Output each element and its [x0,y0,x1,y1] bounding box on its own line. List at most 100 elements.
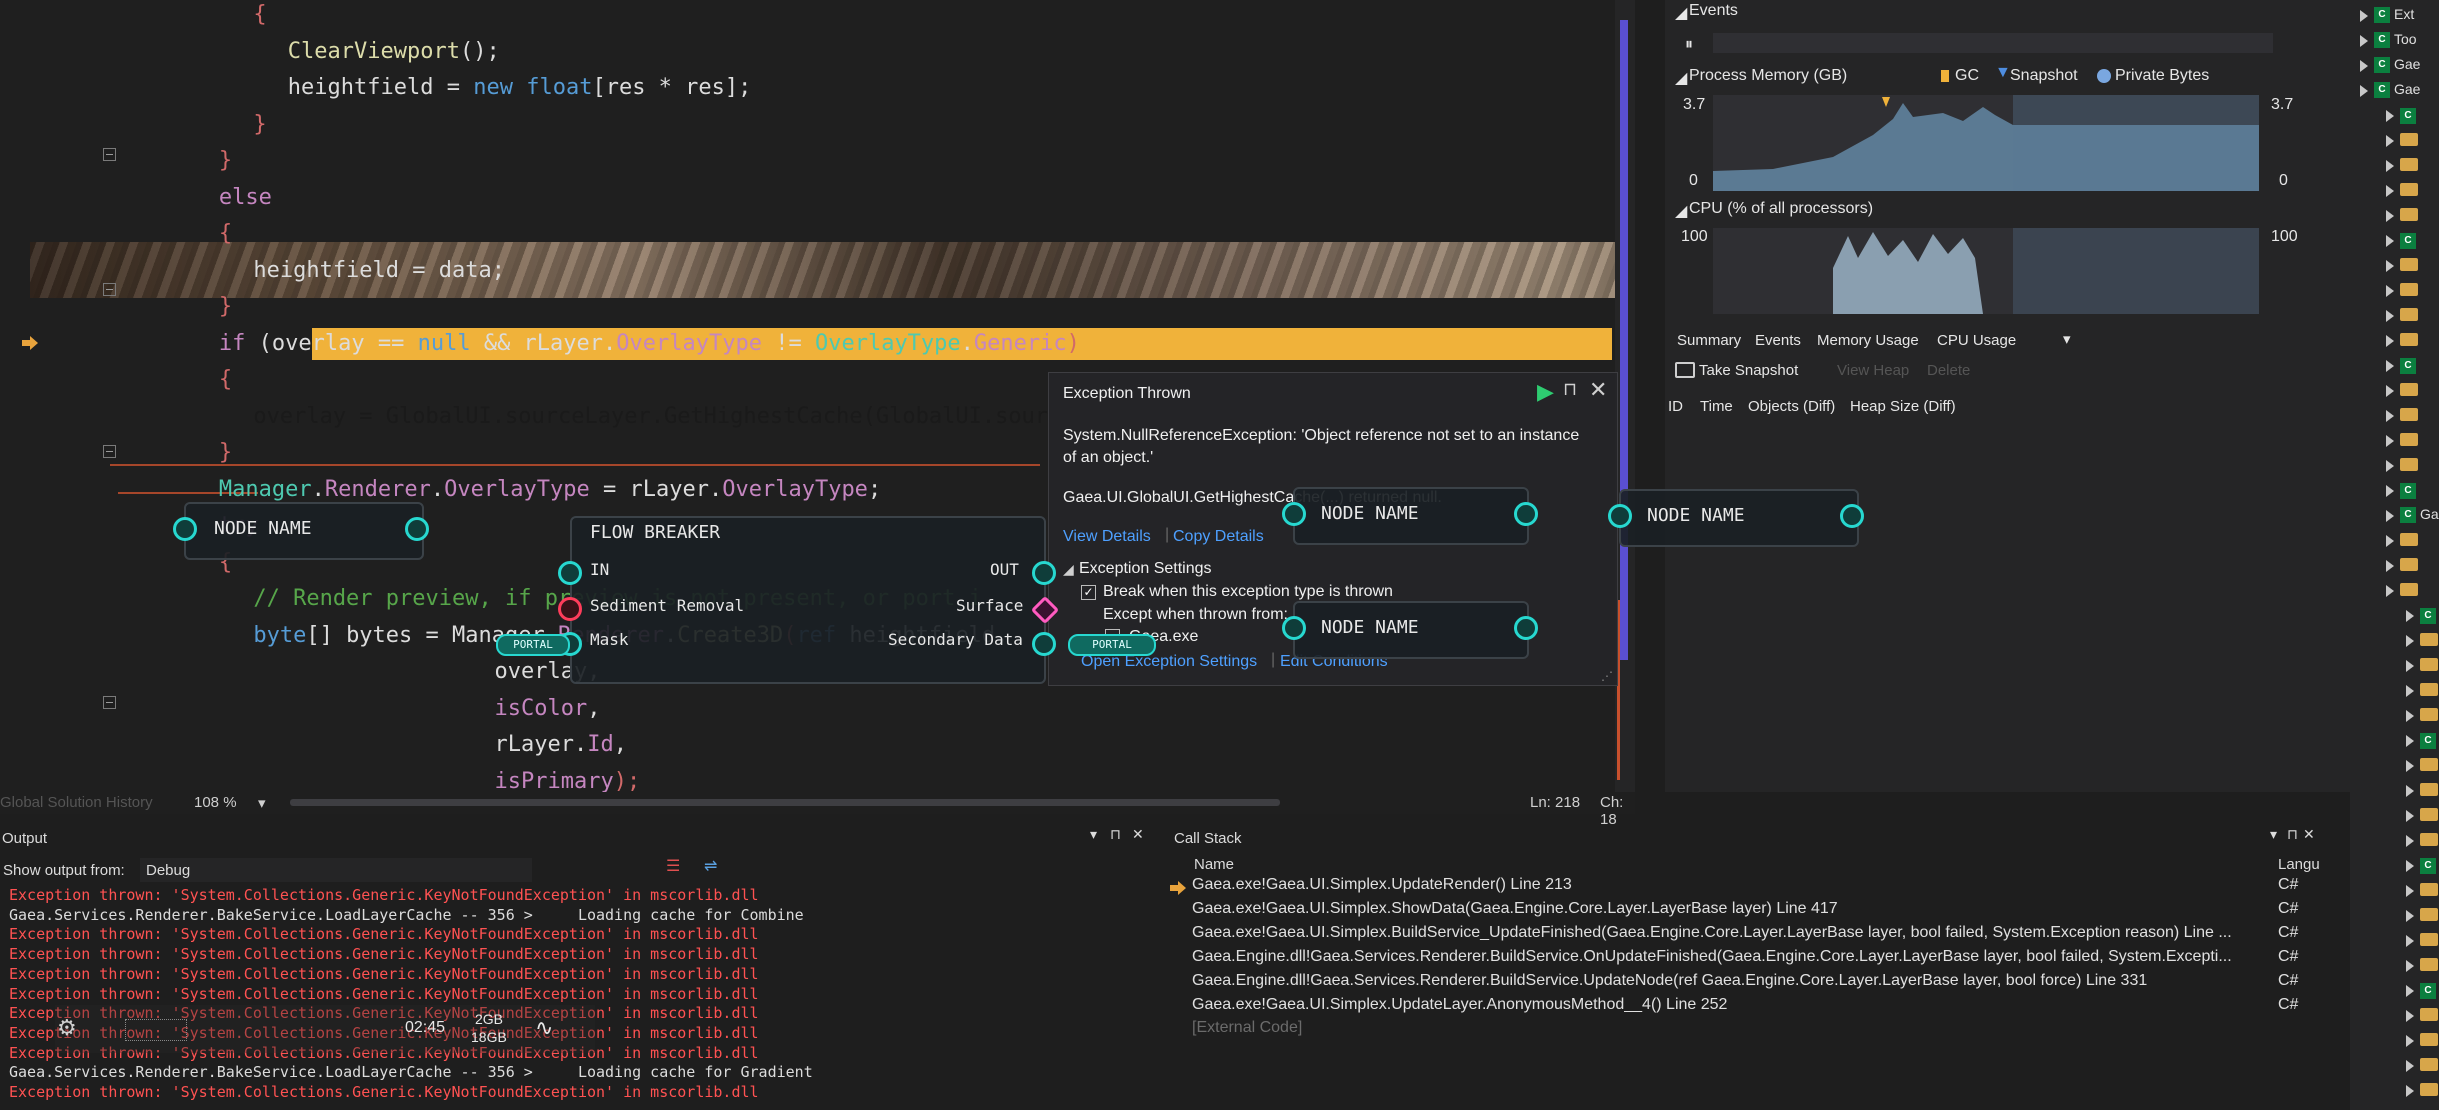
portal-tag-mask[interactable]: PORTAL [496,634,570,656]
tab-overflow-icon[interactable]: ▾ [2063,330,2071,348]
expand-arrow-icon[interactable] [2406,910,2414,922]
node-far-right-input-port[interactable] [1608,504,1632,528]
expand-arrow-icon[interactable] [2386,235,2394,247]
expand-arrow-icon[interactable] [2386,585,2394,597]
expand-arrow-icon[interactable] [2406,1085,2414,1097]
zoom-dropdown-icon[interactable]: ▾ [258,794,266,812]
node-top-right-output-port[interactable] [1514,502,1538,526]
expand-arrow-icon[interactable] [2386,285,2394,297]
column-name[interactable]: Name [1194,856,1234,873]
expand-arrow-icon[interactable] [2386,310,2394,322]
flow-breaker-in-port[interactable] [558,561,582,585]
expand-arrow-icon[interactable] [2406,785,2414,797]
tab-cpu-usage[interactable]: CPU Usage [1937,332,2016,349]
expand-arrow-icon[interactable] [2386,210,2394,222]
expand-arrow-icon[interactable] [2406,960,2414,972]
expand-arrow-icon[interactable] [2406,760,2414,772]
call-stack-frame[interactable]: Gaea.exe!Gaea.UI.Simplex.UpdateRender() … [1192,876,1572,894]
flow-breaker-node[interactable]: FLOW BREAKER IN OUT Sediment Removal Mas… [570,516,1046,684]
break-checkbox[interactable]: ✓ [1081,585,1096,600]
call-stack-rows[interactable]: Gaea.exe!Gaea.UI.Simplex.UpdateRender() … [1160,876,2310,1106]
output-text[interactable]: Exception thrown: 'System.Collections.Ge… [0,886,1150,1110]
expand-arrow-icon[interactable] [2386,110,2394,122]
output-dropdown-icon[interactable]: ▾ [1090,826,1097,843]
expand-arrow-icon[interactable] [2386,510,2394,522]
expand-arrow-icon[interactable] [2360,10,2368,22]
expand-arrow-icon[interactable] [2386,260,2394,272]
expand-arrow-icon[interactable] [2406,735,2414,747]
expand-arrow-icon[interactable] [2406,1035,2414,1047]
call-stack-frame[interactable]: Gaea.exe!Gaea.UI.Simplex.UpdateLayer.Ano… [1192,996,1727,1014]
flow-breaker-out-port[interactable] [1032,561,1056,585]
column-objects-diff[interactable]: Objects (Diff) [1748,398,1835,415]
zoom-level[interactable]: 108 % [194,794,237,811]
node-far-right-output-port[interactable] [1840,504,1864,528]
node-bottom-right-output-port[interactable] [1514,616,1538,640]
expand-arrow-icon[interactable] [2406,985,2414,997]
node-bottom-right-input-port[interactable] [1282,616,1306,640]
expand-arrow-icon[interactable] [2386,435,2394,447]
callstack-pin-icon[interactable]: ⊓ [2287,826,2298,843]
clear-all-icon[interactable]: ☰ [666,856,680,876]
expand-arrow-icon[interactable] [2386,410,2394,422]
column-time[interactable]: Time [1700,398,1733,415]
horizontal-scrollbar[interactable] [290,799,1280,806]
expand-arrow-icon[interactable] [2386,460,2394,472]
copy-details-link[interactable]: Copy Details [1173,528,1264,546]
column-id[interactable]: ID [1668,398,1683,415]
expand-arrow-icon[interactable] [2386,560,2394,572]
take-snapshot-button[interactable]: Take Snapshot [1699,362,1798,379]
output-close-icon[interactable]: ✕ [1132,826,1144,843]
node-far-right[interactable]: NODE NAME [1619,489,1859,547]
sediment-removal-port[interactable] [558,597,582,621]
secondary-data-port[interactable] [1032,632,1056,656]
settings-expand-icon[interactable]: ◢ [1063,561,1074,578]
events-collapse-icon[interactable]: ◢ [1675,3,1687,23]
expand-arrow-icon[interactable] [2386,135,2394,147]
expand-arrow-icon[interactable] [2406,1010,2414,1022]
close-icon[interactable]: ✕ [1589,377,1607,403]
expand-arrow-icon[interactable] [2360,60,2368,72]
node-left-input-port[interactable] [173,517,197,541]
solution-tree[interactable]: CExtCTooCGaeCGaeCCCCCGaeCCCC [2350,0,2439,1110]
view-heap-button[interactable]: View Heap [1837,362,1909,379]
callstack-close-icon[interactable]: ✕ [2303,826,2315,843]
memory-collapse-icon[interactable]: ◢ [1675,68,1687,88]
expand-arrow-icon[interactable] [2406,710,2414,722]
node-left[interactable]: NODE NAME [184,502,424,560]
cpu-collapse-icon[interactable]: ◢ [1675,201,1687,221]
expand-arrow-icon[interactable] [2406,635,2414,647]
tab-summary[interactable]: Summary [1677,332,1741,349]
view-details-link[interactable]: View Details [1063,528,1151,546]
expand-arrow-icon[interactable] [2386,185,2394,197]
portal-tag-secondary[interactable]: PORTAL [1068,634,1156,656]
continue-icon[interactable]: ▶ [1537,379,1554,405]
call-stack-frame[interactable]: Gaea.exe!Gaea.UI.Simplex.ShowData(Gaea.E… [1192,900,1838,918]
call-stack-frame[interactable]: Gaea.Engine.dll!Gaea.Services.Renderer.B… [1192,948,2232,966]
expand-arrow-icon[interactable] [2386,360,2394,372]
pause-icon[interactable]: ⏸ [1685,36,1693,54]
expand-arrow-icon[interactable] [2406,685,2414,697]
expand-arrow-icon[interactable] [2406,1060,2414,1072]
output-pin-icon[interactable]: ⊓ [1110,826,1121,843]
expand-arrow-icon[interactable] [2406,860,2414,872]
tab-memory-usage[interactable]: Memory Usage [1817,332,1919,349]
expand-arrow-icon[interactable] [2386,160,2394,172]
expand-arrow-icon[interactable] [2406,810,2414,822]
pin-icon[interactable]: ⊓ [1563,379,1577,400]
expand-arrow-icon[interactable] [2386,485,2394,497]
expand-arrow-icon[interactable] [2386,335,2394,347]
column-language[interactable]: Langu [2278,856,2320,873]
delete-button[interactable]: Delete [1927,362,1970,379]
node-left-output-port[interactable] [405,517,429,541]
column-heap-size-diff[interactable]: Heap Size (Diff) [1850,398,1956,415]
expand-arrow-icon[interactable] [2406,935,2414,947]
expand-arrow-icon[interactable] [2406,835,2414,847]
node-top-right-input-port[interactable] [1282,502,1306,526]
word-wrap-icon[interactable]: ⇌ [704,856,717,876]
call-stack-frame[interactable]: Gaea.exe!Gaea.UI.Simplex.BuildService_Up… [1192,924,2232,942]
node-top-right[interactable]: NODE NAME [1293,487,1529,545]
call-stack-frame[interactable]: Gaea.Engine.dll!Gaea.Services.Renderer.B… [1192,972,2147,990]
node-bottom-right[interactable]: NODE NAME [1293,601,1529,659]
expand-arrow-icon[interactable] [2386,385,2394,397]
